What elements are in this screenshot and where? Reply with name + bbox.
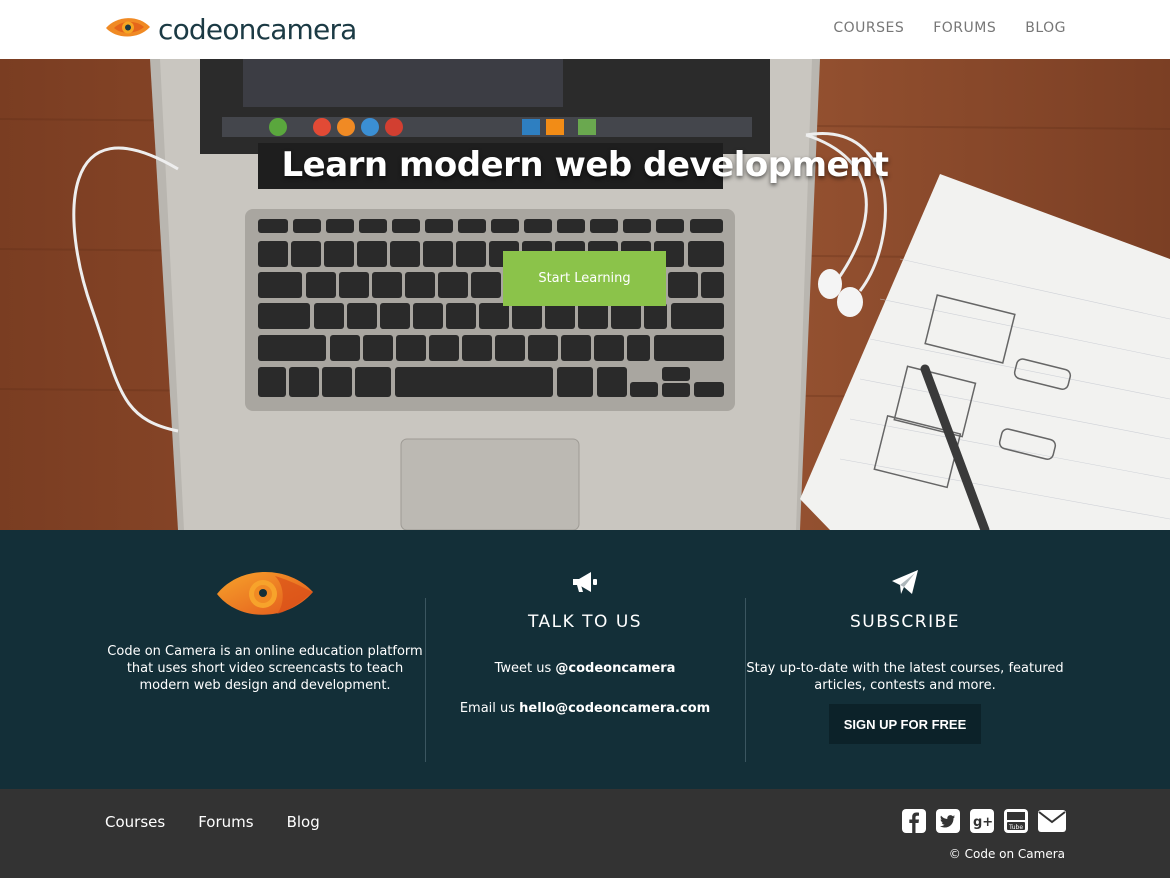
about-column: Code on Camera is an online education pl… (105, 530, 425, 789)
brand-name: codeoncamera (158, 12, 357, 46)
youtube-icon[interactable]: Tube (1004, 809, 1028, 833)
about-text-line: Code on Camera is an online education pl… (107, 644, 423, 659)
copyright-text: © Code on Camera (948, 847, 1065, 861)
about-text-line: modern web design and development. (139, 678, 391, 693)
twitter-handle-link[interactable]: @codeoncamera (555, 661, 675, 676)
footer-courses-link[interactable]: Courses (105, 813, 165, 831)
hero-banner: Learn modern web development Start Learn… (0, 59, 1170, 530)
email-prefix: Email us (459, 701, 520, 716)
talk-heading: TALK TO US (527, 612, 643, 632)
email-icon[interactable] (1038, 810, 1066, 832)
info-band: Code on Camera is an online education pl… (0, 530, 1170, 789)
nav-forums-link[interactable]: FORUMS (933, 20, 996, 36)
site-footer: Courses Forums Blog g+ Tube © Code on Ca… (0, 789, 1170, 878)
site-header: codeoncamera COURSES FORUMS BLOG (0, 0, 1170, 59)
twitter-icon[interactable] (936, 809, 960, 833)
google-plus-icon[interactable]: g+ (970, 809, 994, 833)
sign-up-button[interactable]: SIGN UP FOR FREE (829, 704, 981, 744)
email-line: Email us hello@codeoncamera.com (425, 700, 745, 717)
eye-logo-icon (215, 568, 315, 624)
subscribe-column: SUBSCRIBE Stay up-to-date with the lates… (745, 530, 1065, 789)
subscribe-heading: SUBSCRIBE (850, 612, 960, 632)
facebook-icon[interactable] (902, 809, 926, 833)
megaphone-icon (571, 570, 599, 598)
social-links: g+ Tube (902, 809, 1066, 833)
nav-blog-link[interactable]: BLOG (1025, 20, 1066, 36)
main-nav: COURSES FORUMS BLOG (833, 20, 1066, 36)
hero-title: Learn modern web development (281, 145, 889, 185)
svg-text:Tube: Tube (1008, 824, 1023, 831)
tweet-prefix: Tweet us (494, 661, 556, 676)
footer-forums-link[interactable]: Forums (198, 813, 253, 831)
subscribe-text-line: articles, contests and more. (814, 678, 996, 693)
footer-nav: Courses Forums Blog (105, 813, 320, 831)
footer-blog-link[interactable]: Blog (287, 813, 320, 831)
svg-text:g+: g+ (973, 815, 993, 830)
start-learning-button[interactable]: Start Learning (503, 251, 666, 306)
talk-column: TALK TO US Tweet us @codeoncamera Email … (425, 530, 745, 789)
brand-logo[interactable]: codeoncamera (104, 12, 357, 46)
paper-plane-icon (891, 569, 919, 599)
nav-courses-link[interactable]: COURSES (833, 20, 904, 36)
subscribe-text-line: Stay up-to-date with the latest courses,… (746, 661, 1064, 676)
about-text: Code on Camera is an online education pl… (105, 643, 425, 694)
tweet-line: Tweet us @codeoncamera (425, 660, 745, 677)
email-link[interactable]: hello@codeoncamera.com (519, 701, 710, 716)
about-text-line: that uses short video screencasts to tea… (126, 661, 404, 676)
subscribe-text: Stay up-to-date with the latest courses,… (745, 660, 1065, 694)
eye-logo-icon (104, 12, 152, 46)
